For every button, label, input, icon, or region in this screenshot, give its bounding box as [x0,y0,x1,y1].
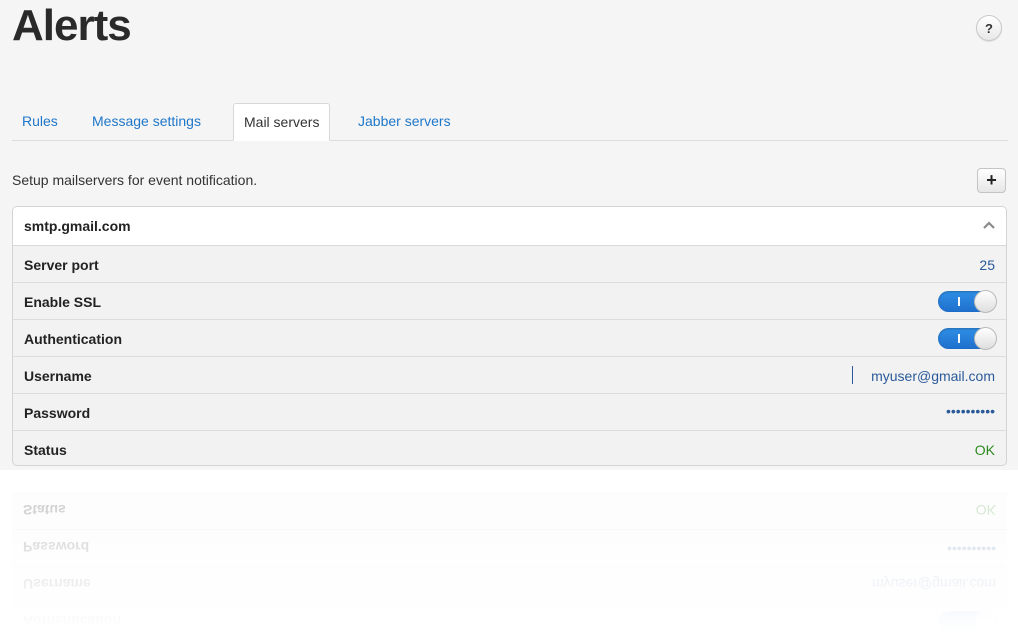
server-port-label: Server port [24,257,99,273]
username-input[interactable] [835,367,995,385]
toggle-knob [974,327,997,350]
authentication-row: Authentication [13,320,1006,357]
chevron-up-icon[interactable] [982,219,996,231]
enable-ssl-label: Enable SSL [24,294,102,310]
mail-server-name: smtp.gmail.com [24,218,131,234]
password-value[interactable]: •••••••••• [946,403,995,419]
reflection-toggle-knob [975,610,998,633]
add-server-button[interactable]: + [977,168,1006,193]
page-title: Alerts [12,1,132,50]
reflection-fade [0,467,1018,640]
toggle-on-mark [958,334,960,343]
reflection-username-row: Username myuser@gmail.com [12,566,1007,603]
password-row: Password •••••••••• [13,394,1006,431]
help-button[interactable]: ? [976,15,1002,41]
authentication-toggle[interactable] [938,327,997,350]
reflection-username-label: Username [23,576,91,592]
status-label: Status [24,442,67,458]
reflection-authentication-label: Authentication [23,613,121,629]
reflection-authentication-row: Authentication [12,603,1007,640]
reflection-toggle [939,610,998,633]
mail-server-panel: smtp.gmail.com Server port 25 Enable SSL… [12,206,1007,466]
reflection-status-row: Status OK [12,492,1007,529]
section-description: Setup mailservers for event notification… [12,172,258,188]
tab-mail-servers[interactable]: Mail servers [233,103,331,141]
status-row: Status OK [13,431,1006,465]
tab-rules[interactable]: Rules [12,103,68,140]
reflection-status-label: Status [23,502,66,518]
plus-icon: + [986,170,997,190]
help-icon: ? [985,20,993,36]
password-label: Password [24,405,91,421]
reflection-password-label: Password [23,539,90,555]
server-port-value[interactable]: 25 [979,257,995,273]
enable-ssl-toggle[interactable] [938,290,997,313]
tab-bar: Rules Message settings Mail servers Jabb… [12,103,1008,141]
status-value: OK [974,442,995,458]
username-row: Username [13,357,1006,394]
mail-server-header[interactable]: smtp.gmail.com [13,207,1006,246]
tab-jabber-servers[interactable]: Jabber servers [348,103,461,140]
authentication-label: Authentication [24,331,122,347]
reflection-password-row: Password •••••••••• [12,529,1007,566]
toggle-knob [974,290,997,313]
panel-reflection: Authentication Username myuser@gmail.com… [12,467,1007,640]
reflection-username-value: myuser@gmail.com [872,576,996,592]
reflection-password-value: •••••••••• [946,541,996,557]
toggle-on-mark [958,297,960,306]
reflection-status-value: OK [975,502,996,518]
tab-message-settings[interactable]: Message settings [82,103,211,140]
enable-ssl-row: Enable SSL [13,283,1006,320]
server-port-row: Server port 25 [13,246,1006,283]
username-label: Username [24,368,92,384]
